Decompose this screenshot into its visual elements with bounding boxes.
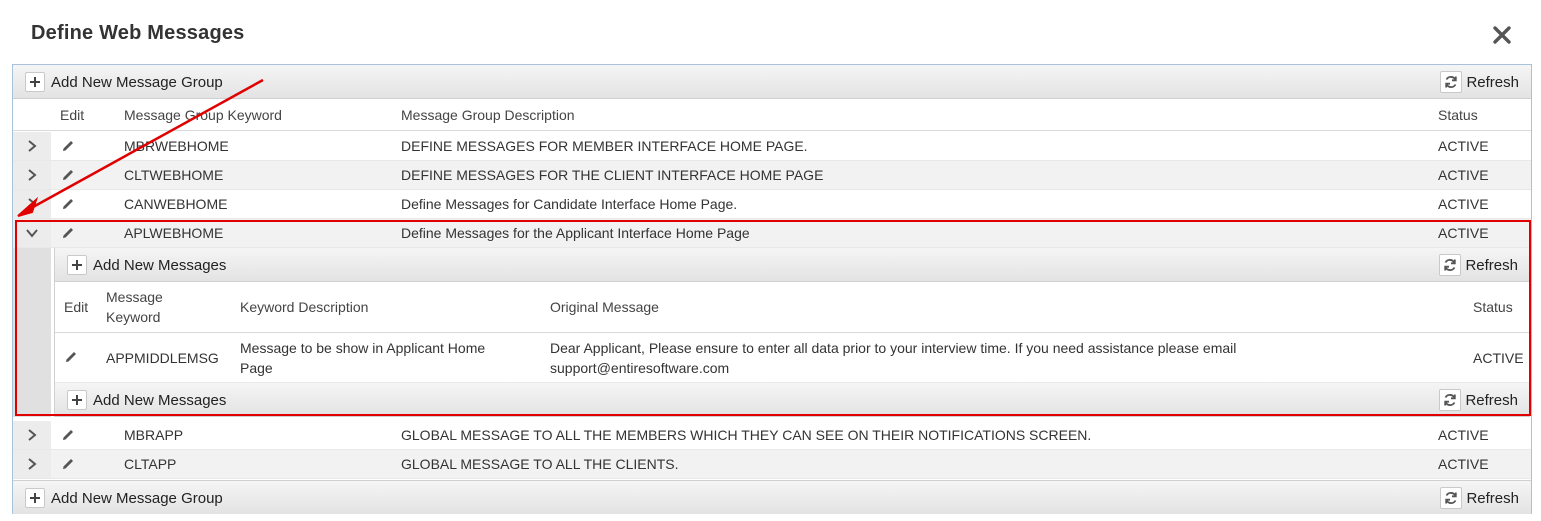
chevron-right-icon[interactable] (13, 190, 51, 218)
table-row[interactable]: CLTWEBHOME DEFINE MESSAGES FOR THE CLIEN… (13, 161, 1531, 190)
refresh-button[interactable]: Refresh (1439, 389, 1518, 411)
row-keyword: MBRAPP (124, 427, 184, 443)
row-description: GLOBAL MESSAGE TO ALL THE MEMBERS WHICH … (401, 427, 1092, 443)
column-keyword[interactable]: Message Group Keyword (124, 107, 282, 123)
column-edit: Edit (60, 107, 85, 123)
close-icon[interactable] (1491, 24, 1513, 46)
add-message-group-button[interactable]: Add New Message Group (25, 72, 223, 92)
refresh-icon (1440, 71, 1463, 93)
refresh-label: Refresh (1466, 73, 1519, 91)
message-group-grid: Add New Message Group Refresh Edit Messa… (12, 64, 1532, 514)
detail-column-status[interactable]: Status (1473, 297, 1513, 317)
message-keyword: APPMIDDLEMSG (106, 350, 219, 366)
chevron-right-icon[interactable] (13, 450, 51, 478)
plus-icon (67, 255, 87, 275)
refresh-icon (1439, 254, 1462, 276)
detail-column-header: Edit Message Keyword Keyword Description… (55, 282, 1530, 333)
row-description: DEFINE MESSAGES FOR THE CLIENT INTERFACE… (401, 167, 824, 183)
row-status: ACTIVE (1438, 196, 1489, 212)
pencil-icon[interactable] (60, 138, 76, 157)
row-keyword: CANWEBHOME (124, 196, 228, 212)
message-description-line2: Page (240, 360, 273, 376)
refresh-label: Refresh (1466, 489, 1519, 507)
messages-subgrid: Add New Messages Refresh Edit Message Ke… (54, 248, 1530, 417)
plus-icon (67, 390, 87, 410)
table-row[interactable]: CANWEBHOME Define Messages for Candidate… (13, 190, 1531, 219)
add-new-messages-label: Add New Messages (93, 256, 227, 274)
row-keyword: CLTAPP (124, 456, 177, 472)
add-new-messages-button[interactable]: Add New Messages (67, 255, 226, 275)
column-status[interactable]: Status (1438, 107, 1478, 123)
table-row[interactable]: MBRAPP GLOBAL MESSAGE TO ALL THE MEMBERS… (13, 421, 1531, 450)
add-new-messages-button[interactable]: Add New Messages (67, 390, 226, 410)
detail-column-edit: Edit (64, 299, 89, 315)
detail-column-original-message[interactable]: Original Message (550, 297, 659, 317)
chevron-right-icon[interactable] (13, 421, 51, 449)
row-keyword: APLWEBHOME (124, 225, 224, 241)
pencil-icon[interactable] (60, 427, 76, 446)
table-row[interactable]: MBRWEBHOME DEFINE MESSAGES FOR MEMBER IN… (13, 132, 1531, 161)
table-row-expanded[interactable]: APLWEBHOME Define Messages for the Appli… (13, 219, 1531, 248)
detail-column-keyword-line2[interactable]: Keyword (106, 307, 160, 327)
message-description-line1: Message to be show in Applicant Home (240, 340, 486, 356)
detail-gutter (13, 248, 51, 417)
detail-column-keyword-description[interactable]: Keyword Description (240, 297, 368, 317)
row-status: ACTIVE (1438, 138, 1489, 154)
chevron-right-icon[interactable] (13, 161, 51, 189)
row-keyword: MBRWEBHOME (124, 138, 229, 154)
expanded-detail: Add New Messages Refresh Edit Message Ke… (13, 248, 1531, 417)
row-status: ACTIVE (1438, 427, 1489, 443)
plus-icon (25, 488, 45, 508)
column-description[interactable]: Message Group Description (401, 107, 575, 123)
refresh-icon (1440, 487, 1463, 509)
chevron-right-icon[interactable] (13, 132, 51, 160)
row-keyword: CLTWEBHOME (124, 167, 224, 183)
add-message-group-label: Add New Message Group (51, 73, 223, 91)
detail-top-toolbar: Add New Messages Refresh (55, 248, 1530, 282)
original-message-line2: support@entiresoftware.com (550, 360, 730, 376)
refresh-button[interactable]: Refresh (1440, 487, 1519, 509)
refresh-label: Refresh (1465, 391, 1518, 409)
row-description: GLOBAL MESSAGE TO ALL THE CLIENTS. (401, 456, 679, 472)
top-toolbar: Add New Message Group Refresh (13, 65, 1531, 99)
dialog-title: Define Web Messages (31, 22, 245, 44)
refresh-label: Refresh (1465, 256, 1518, 274)
detail-column-keyword-line1[interactable]: Message (106, 287, 163, 307)
original-message-line1: Dear Applicant, Please ensure to enter a… (550, 340, 1237, 356)
refresh-icon (1439, 389, 1462, 411)
row-description: Define Messages for the Applicant Interf… (401, 225, 750, 241)
refresh-button[interactable]: Refresh (1440, 71, 1519, 93)
pencil-icon[interactable] (60, 225, 76, 244)
add-new-messages-label: Add New Messages (93, 391, 227, 409)
pencil-icon[interactable] (63, 349, 79, 368)
refresh-button[interactable]: Refresh (1439, 254, 1518, 276)
pencil-icon[interactable] (60, 196, 76, 215)
row-status: ACTIVE (1438, 456, 1489, 472)
add-message-group-button[interactable]: Add New Message Group (25, 488, 223, 508)
add-message-group-label: Add New Message Group (51, 489, 223, 507)
define-web-messages-dialog: Define Web Messages Add New Message Grou… (0, 0, 1541, 521)
row-description: Define Messages for Candidate Interface … (401, 196, 738, 212)
chevron-down-icon[interactable] (13, 219, 51, 247)
pencil-icon[interactable] (60, 456, 76, 475)
message-status: ACTIVE (1473, 350, 1524, 366)
row-description: DEFINE MESSAGES FOR MEMBER INTERFACE HOM… (401, 138, 808, 154)
pencil-icon[interactable] (60, 167, 76, 186)
message-row[interactable]: APPMIDDLEMSG Message to be show in Appli… (55, 333, 1530, 383)
detail-bottom-toolbar: Add New Messages Refresh (55, 383, 1530, 417)
bottom-toolbar: Add New Message Group Refresh (13, 480, 1531, 514)
table-row[interactable]: CLTAPP GLOBAL MESSAGE TO ALL THE CLIENTS… (13, 450, 1531, 479)
column-header-row: Edit Message Group Keyword Message Group… (13, 99, 1531, 131)
row-status: ACTIVE (1438, 167, 1489, 183)
row-status: ACTIVE (1438, 225, 1489, 241)
plus-icon (25, 72, 45, 92)
